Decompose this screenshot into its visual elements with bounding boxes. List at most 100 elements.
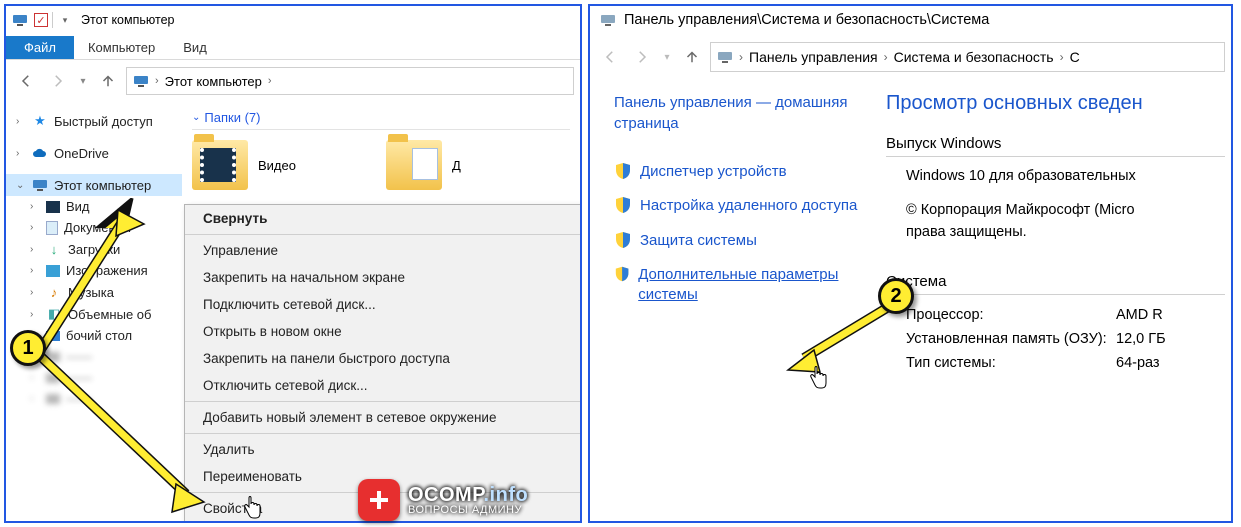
forward-button[interactable] [628,43,656,71]
watermark-text: OCOMP.info ВОПРОСЫ АДМИНУ [408,485,528,516]
address-segment[interactable]: Этот компьютер [165,74,262,89]
forward-button[interactable] [44,67,72,95]
ctx-disconnect[interactable]: Отключить сетевой диск... [185,372,581,399]
folder-video[interactable]: Видео [192,140,296,190]
rights: права защищены. [886,221,1225,243]
explorer-window: ✓ ▾ Этот компьютер Файл Компьютер Вид ▾ … [4,4,582,523]
hand-cursor-icon [808,366,828,390]
ctx-pin-start[interactable]: Закрепить на начальном экране [185,264,581,291]
tab-view[interactable]: Вид [169,36,221,59]
tree-label: Быстрый доступ [54,114,153,129]
link-label: Настройка удаленного доступа [640,196,857,216]
crumb-cp[interactable]: Панель управления [749,49,878,65]
pc-icon [717,49,733,65]
kv-val: AMD R [1116,307,1163,323]
chevron-right-icon[interactable]: › [268,75,272,87]
address-bar[interactable]: › Этот компьютер › [126,67,574,95]
copyright: © Корпорация Майкрософт (Micro [886,199,1225,221]
cloud-icon [32,145,48,161]
folder-label: Д [452,158,461,173]
folder-label: Видео [258,158,296,173]
ctx-map-drive[interactable]: Подключить сетевой диск... [185,291,581,318]
titlebar: ✓ ▾ Этот компьютер [6,6,580,34]
nav-toolbar: ▾ › Панель управления › Система и безопа… [590,34,1231,80]
cp-home-link[interactable]: Панель управления — домашняя страница [614,92,876,134]
titlebar: Панель управления\Система и безопасность… [590,6,1231,34]
tree-onedrive[interactable]: ›OneDrive [6,142,182,164]
nav-toolbar: ▾ › Этот компьютер › [6,60,580,102]
back-button[interactable] [596,43,624,71]
tld: info [490,484,529,506]
kv-key: Установленная память (ОЗУ): [906,331,1116,347]
annotation-callout-2: 2 [878,278,914,314]
kv-val: 12,0 ГБ [1116,331,1166,347]
tree-quick-access[interactable]: ›★Быстрый доступ [6,110,182,132]
address-pc-icon [133,73,149,89]
pc-icon [600,12,616,28]
link-label: Диспетчер устройств [640,162,787,182]
system-info: Просмотр основных сведен Выпуск Windows … [886,92,1231,375]
group-title: Папки (7) [204,110,260,125]
ctx-add-network[interactable]: Добавить новый элемент в сетевое окружен… [185,404,581,431]
pc-icon [12,12,28,28]
shield-icon [614,162,632,180]
up-button[interactable] [678,43,706,71]
annotation-arrow [26,344,206,514]
ribbon-tabs: Файл Компьютер Вид [6,34,580,60]
ctx-pin-quick[interactable]: Закрепить на панели быстрого доступа [185,345,581,372]
brand: OCOMP [408,484,483,506]
system-window: Панель управления\Система и безопасность… [588,4,1233,523]
group-header[interactable]: ⌄Папки (7) [192,110,570,130]
qat-checkbox-icon[interactable]: ✓ [34,13,48,27]
star-icon: ★ [32,113,48,129]
section-edition: Выпуск Windows [886,135,1225,157]
hand-cursor-icon [242,496,262,520]
chevron-right-icon[interactable]: › [155,75,159,87]
window-title: Этот компьютер [81,13,174,27]
annotation-arrow [26,206,166,366]
tab-computer[interactable]: Компьютер [74,36,169,59]
tree-label: OneDrive [54,146,109,161]
callout-number: 1 [22,337,33,360]
kv-val: 64-раз [1116,355,1160,371]
shield-icon [614,231,632,249]
page-heading: Просмотр основных сведен [886,92,1225,115]
callout-number: 2 [890,285,901,308]
annotation-callout-1: 1 [10,330,46,366]
qat-dropdown-icon[interactable]: ▾ [57,12,73,28]
ctx-delete[interactable]: Удалить [185,436,581,463]
tree-label: Этот компьютер [54,178,151,193]
tab-file[interactable]: Файл [6,36,74,59]
folder-documents[interactable]: Д [386,140,461,190]
crumb-security[interactable]: Система и безопасность [894,49,1054,65]
folder-icon [386,140,442,190]
ctx-open-new[interactable]: Открыть в новом окне [185,318,581,345]
section-system: Система [886,273,1225,295]
recent-dropdown[interactable]: ▾ [660,43,674,71]
kv-key: Процессор: [906,307,1116,323]
recent-dropdown[interactable]: ▾ [76,67,90,95]
shield-icon [614,265,630,283]
context-menu: Свернуть Управление Закрепить на начальн… [184,204,582,523]
edition-value: Windows 10 для образовательных [886,165,1225,187]
crumb-system[interactable]: С [1070,49,1080,65]
kv-key: Тип системы: [906,355,1116,371]
row-cpu: Процессор:AMD R [886,303,1225,327]
ctx-collapse[interactable]: Свернуть [185,205,581,232]
link-remote[interactable]: Настройка удаленного доступа [614,196,876,216]
watermark: OCOMP.info ВОПРОСЫ АДМИНУ [358,479,528,521]
link-device-manager[interactable]: Диспетчер устройств [614,162,876,182]
link-protection[interactable]: Защита системы [614,231,876,251]
row-type: Тип системы:64-раз [886,351,1225,375]
shield-icon [614,196,632,214]
up-button[interactable] [94,67,122,95]
row-ram: Установленная память (ОЗУ):12,0 ГБ [886,327,1225,351]
tree-this-pc[interactable]: ⌄Этот компьютер [6,174,182,196]
ctx-manage[interactable]: Управление [185,237,581,264]
address-bar[interactable]: › Панель управления › Система и безопасн… [710,42,1225,72]
subtitle: ВОПРОСЫ АДМИНУ [408,505,528,516]
link-label: Защита системы [640,231,757,251]
watermark-badge [358,479,400,521]
pc-icon [32,177,48,193]
back-button[interactable] [12,67,40,95]
